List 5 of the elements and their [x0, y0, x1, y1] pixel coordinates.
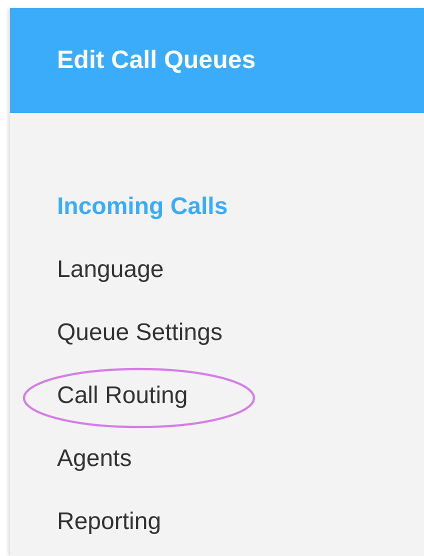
panel-title: Edit Call Queues [57, 46, 256, 75]
menu-item[interactable]: Agents [57, 444, 132, 472]
menu-item[interactable]: Language [57, 256, 164, 284]
menu-item[interactable]: Reporting [57, 508, 162, 536]
menu-item[interactable]: Queue Settings [57, 318, 222, 346]
